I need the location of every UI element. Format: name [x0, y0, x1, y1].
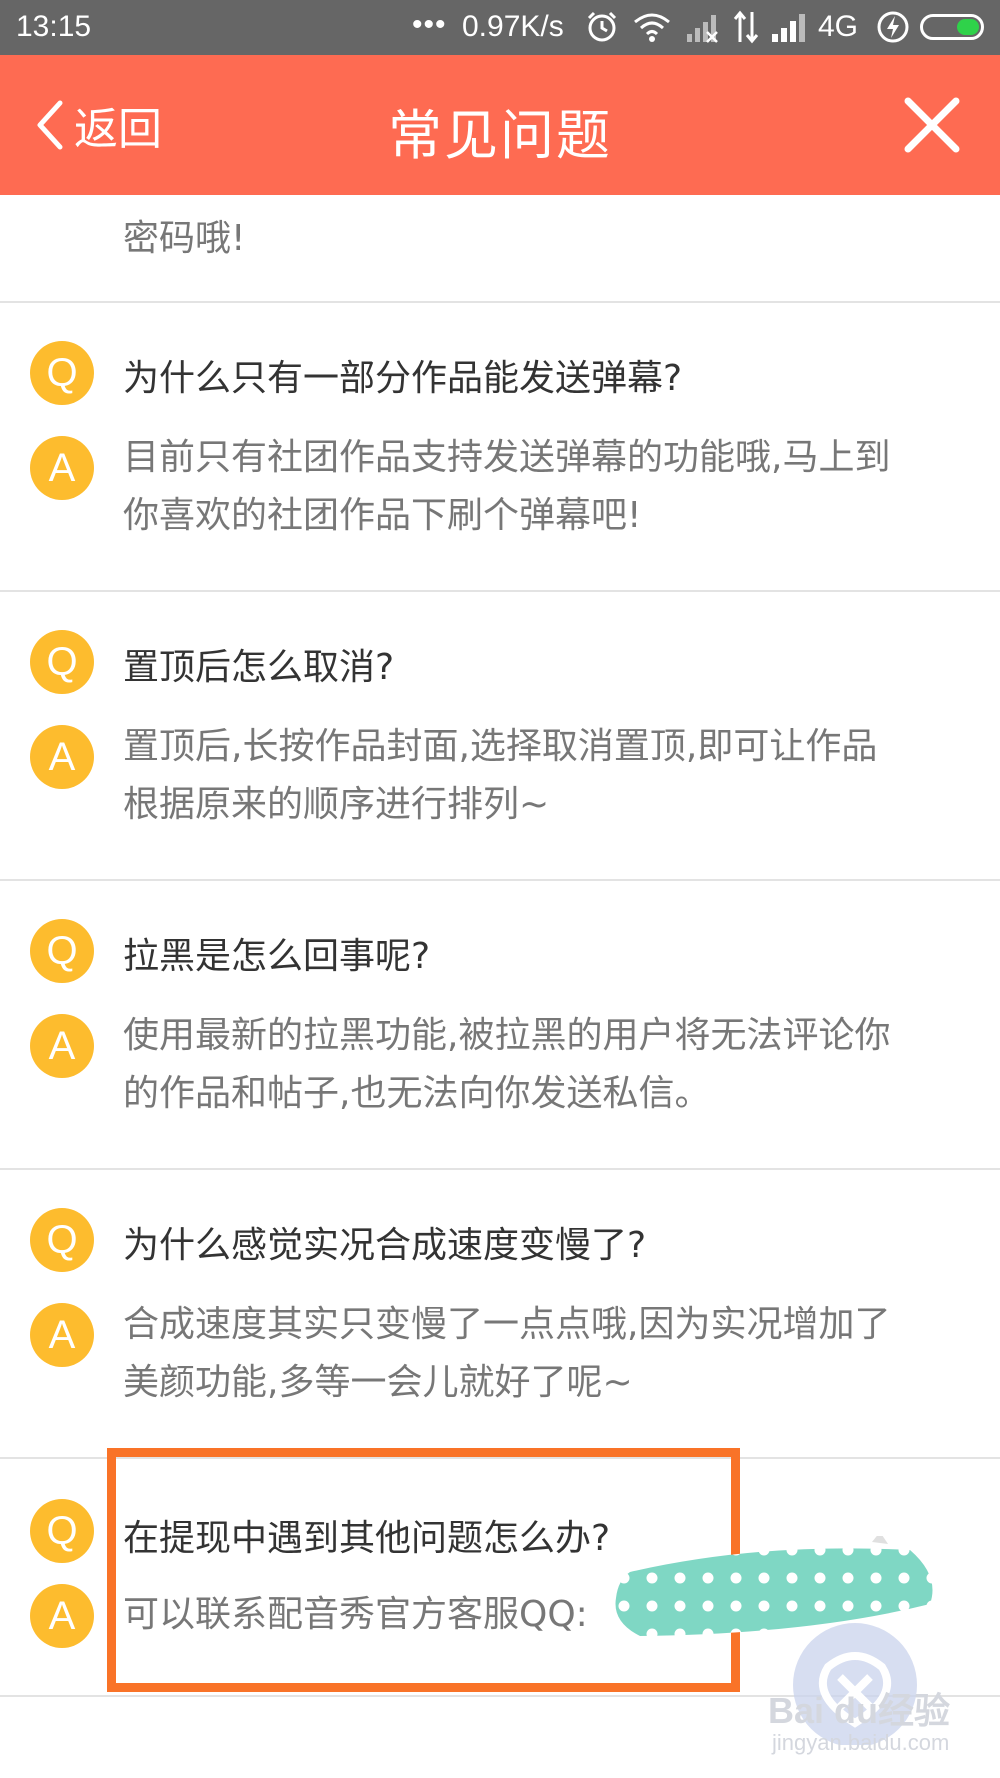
answer-text: 置顶后,长按作品封面,选择取消置顶,即可让作品根据原来的顺序进行排列~ [123, 726, 878, 825]
question-badge: Q [30, 1499, 94, 1563]
answer-badge: A [30, 1584, 94, 1648]
watermark-url: jingyan.baidu.com [772, 1730, 950, 1755]
answer-text: 密码哦! [123, 218, 246, 259]
faq-item[interactable]: Q 为什么感觉实况合成速度变慢了? A 合成速度其实只变慢了一点点哦,因为实况增… [0, 1170, 1000, 1459]
page-title: 常见问题 [388, 104, 612, 167]
alarm-icon [587, 11, 617, 42]
network-type: 4G [818, 10, 859, 43]
status-more-dots: ••• [412, 8, 447, 41]
question-text: 为什么感觉实况合成速度变慢了? [123, 1225, 647, 1266]
answer-text: 合成速度其实只变慢了一点点哦,因为实况增加了美颜功能,多等一会儿就好了呢~ [123, 1304, 891, 1403]
data-arrows-icon [733, 10, 759, 44]
wifi-icon [634, 13, 670, 42]
battery-level [957, 19, 979, 35]
status-bar: 13:15 ••• 0.97K/s 4G [0, 0, 1000, 55]
question-text: 拉黑是怎么回事呢? [123, 936, 431, 977]
faq-item[interactable]: Q 拉黑是怎么回事呢? A 使用最新的拉黑功能,被拉黑的用户将无法评论你的作品和… [0, 881, 1000, 1170]
answer-badge: A [30, 725, 94, 789]
list-item-partial: 密码哦! [0, 195, 1000, 303]
answer-text: 使用最新的拉黑功能,被拉黑的用户将无法评论你的作品和帖子,也无法向你发送私信。 [123, 1015, 891, 1114]
answer-badge: A [30, 436, 94, 500]
close-icon[interactable] [900, 93, 964, 157]
question-badge: Q [30, 630, 94, 694]
watermark-text: Bai du经验 [768, 1690, 951, 1731]
battery-icon [920, 14, 984, 40]
faq-item[interactable]: Q 为什么只有一部分作品能发送弹幕? A 目前只有社团作品支持发送弹幕的功能哦,… [0, 303, 1000, 592]
answer-badge: A [30, 1303, 94, 1367]
question-badge: Q [30, 341, 94, 405]
status-time: 13:15 [16, 10, 92, 43]
network-speed: 0.97K/s [462, 10, 564, 43]
charging-icon [877, 11, 909, 43]
signal-x-icon [687, 15, 718, 43]
faq-item[interactable]: Q 置顶后怎么取消? A 置顶后,长按作品封面,选择取消置顶,即可让作品根据原来… [0, 592, 1000, 881]
answer-badge: A [30, 1014, 94, 1078]
answer-text: 目前只有社团作品支持发送弹幕的功能哦,马上到你喜欢的社团作品下刷个弹幕吧! [123, 437, 891, 536]
question-badge: Q [30, 919, 94, 983]
nav-bar: 返回 常见问题 [0, 55, 1000, 195]
signal-icon [772, 14, 805, 42]
question-badge: Q [30, 1208, 94, 1272]
question-text: 为什么只有一部分作品能发送弹幕? [123, 358, 683, 399]
question-text: 置顶后怎么取消? [123, 647, 395, 688]
